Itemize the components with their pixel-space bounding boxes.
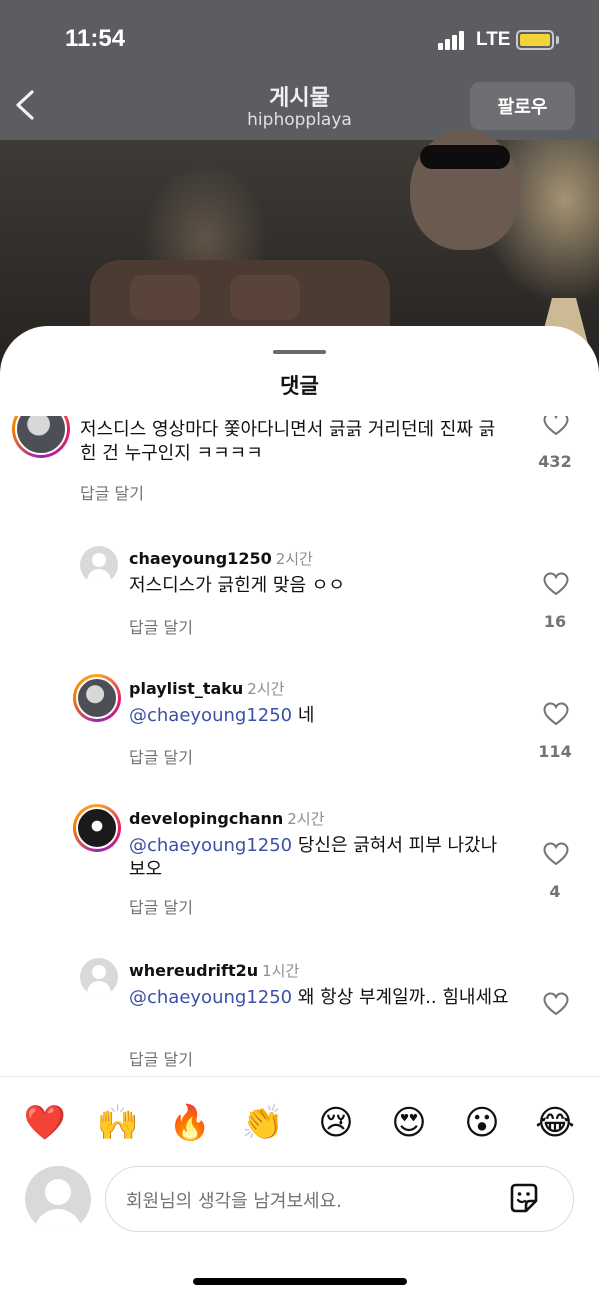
comment-text: @chaeyoung1250 네	[129, 704, 509, 728]
emoji-laughing-button[interactable]: 😂	[533, 1101, 577, 1145]
comment-input[interactable]: 회원님의 생각을 남겨보세요.	[105, 1166, 574, 1232]
mention-link[interactable]: @chaeyoung1250	[129, 835, 292, 856]
mention-link[interactable]: @chaeyoung1250	[129, 987, 292, 1008]
nav-header: 게시물 hiphopplaya 팔로우	[0, 70, 599, 140]
mention-link[interactable]: @chaeyoung1250	[129, 705, 292, 726]
comment-item: whereudrift2u 1시간 @chaeyoung1250 왜 항상 부계일…	[0, 948, 599, 1076]
avatar[interactable]	[12, 416, 70, 458]
sheet-title: 댓글	[280, 374, 319, 398]
comment-list[interactable]: 저스디스 영상마다 쫓아다니면서 긁긁 거리던데 진짜 긁힌 건 누구인지 ㅋㅋ…	[0, 416, 599, 1076]
follow-button[interactable]: 팔로우	[470, 82, 575, 130]
emoji-surprised-button[interactable]: 😮	[460, 1101, 504, 1145]
avatar[interactable]	[80, 546, 118, 584]
avatar[interactable]	[73, 674, 121, 722]
network-label: LTE	[476, 29, 511, 50]
reply-button[interactable]: 답글 달기	[129, 614, 193, 638]
signal-icon	[438, 30, 468, 50]
battery-tip	[556, 36, 559, 44]
comment-item: developingchann 2시간 @chaeyoung1250 당신은 긁혀…	[0, 796, 599, 926]
comment-item: playlist_taku 2시간 @chaeyoung1250 네 답글 달기 …	[0, 666, 599, 776]
username-text[interactable]: playlist_taku	[129, 679, 243, 698]
like-count: 4	[549, 882, 561, 901]
avatar[interactable]	[73, 804, 121, 852]
emoji-fire-button[interactable]: 🔥	[168, 1101, 212, 1145]
comment-body: 왜 항상 부계일까.. 힘내세요	[292, 987, 509, 1008]
like-count: 432	[538, 452, 572, 471]
like-count: 114	[538, 742, 572, 761]
comment-username[interactable]: developingchann 2시간	[129, 808, 324, 829]
reply-button[interactable]: 답글 달기	[80, 480, 144, 504]
comment-text: @chaeyoung1250 왜 항상 부계일까.. 힘내세요	[129, 986, 509, 1010]
emoji-heart-eyes-button[interactable]: 😍	[387, 1101, 431, 1145]
heart-icon[interactable]	[543, 572, 569, 596]
avatar[interactable]	[80, 958, 118, 996]
comment-text: 저스디스가 긁힌게 맞음 ㅇㅇ	[129, 575, 345, 596]
username-text[interactable]: chaeyoung1250	[129, 549, 272, 568]
emoji-clap-button[interactable]: 👏	[241, 1101, 285, 1145]
emoji-bar: ❤️ 🙌 🔥 👏 😢 😍 😮 😂	[0, 1076, 599, 1166]
username-text[interactable]: developingchann	[129, 809, 283, 828]
sticker-icon[interactable]	[506, 1181, 542, 1217]
username-text[interactable]: whereudrift2u	[129, 961, 258, 980]
emoji-cry-button[interactable]: 😢	[314, 1101, 358, 1145]
cushion-shape	[230, 275, 300, 320]
emoji-heart-button[interactable]: ❤️	[23, 1101, 67, 1145]
comment-username[interactable]: chaeyoung1250 2시간	[129, 548, 313, 569]
comment-username[interactable]: playlist_taku 2시간	[129, 678, 284, 699]
status-time: 11:54	[65, 25, 126, 52]
emoji-raised-hands-button[interactable]: 🙌	[96, 1101, 140, 1145]
heart-icon[interactable]	[543, 992, 569, 1016]
battery-icon	[516, 30, 554, 50]
comment-time: 2시간	[275, 550, 313, 568]
comments-sheet: 댓글 저스디스 영상마다 쫓아다니면서 긁긁 거리던데 진짜 긁힌 건 누구인지…	[0, 326, 599, 1298]
comment-body: 네	[292, 705, 315, 726]
user-avatar	[25, 1166, 91, 1232]
comment-item: chaeyoung1250 2시간 저스디스가 긁힌게 맞음 ㅇㅇ 답글 달기 1…	[0, 536, 599, 646]
reply-button[interactable]: 답글 달기	[129, 894, 193, 918]
comment-input-placeholder: 회원님의 생각을 남겨보세요.	[126, 1191, 342, 1212]
drag-handle[interactable]	[273, 350, 326, 354]
sunglasses-shape	[420, 145, 510, 169]
comment-time: 1시간	[262, 962, 300, 980]
reply-button[interactable]: 답글 달기	[129, 744, 193, 768]
comment-time: 2시간	[247, 680, 285, 698]
comment-username[interactable]: whereudrift2u 1시간	[129, 960, 299, 981]
heart-icon[interactable]	[543, 842, 569, 866]
reply-button[interactable]: 답글 달기	[129, 1046, 193, 1070]
like-count: 16	[543, 612, 567, 631]
comment-text: 저스디스 영상마다 쫓아다니면서 긁긁 거리던데 진짜 긁힌 건 누구인지 ㅋㅋ…	[80, 419, 496, 464]
status-bar: 11:54 LTE	[0, 0, 599, 80]
comment-item: 저스디스 영상마다 쫓아다니면서 긁긁 거리던데 진짜 긁힌 건 누구인지 ㅋㅋ…	[0, 416, 599, 506]
home-indicator	[193, 1278, 407, 1285]
heart-icon[interactable]	[543, 416, 569, 436]
comment-text: @chaeyoung1250 당신은 긁혀서 피부 나갔나보오	[129, 834, 509, 882]
comment-time: 2시간	[287, 810, 325, 828]
cushion-shape	[130, 275, 200, 320]
heart-icon[interactable]	[543, 702, 569, 726]
